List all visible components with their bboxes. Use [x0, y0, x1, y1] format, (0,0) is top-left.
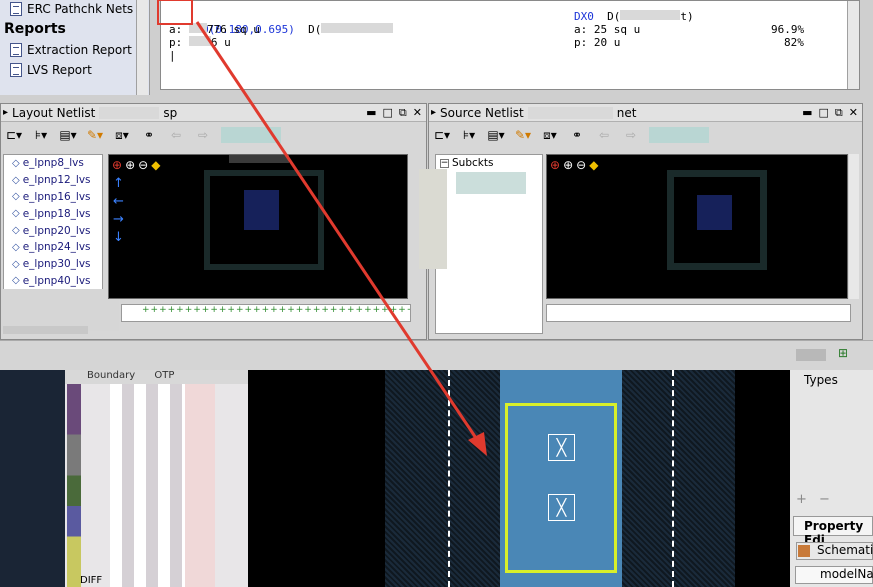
annotation-arrow [195, 21, 487, 456]
annotation-arrow-line [195, 21, 484, 448]
annotation-arrow-head [468, 432, 487, 456]
